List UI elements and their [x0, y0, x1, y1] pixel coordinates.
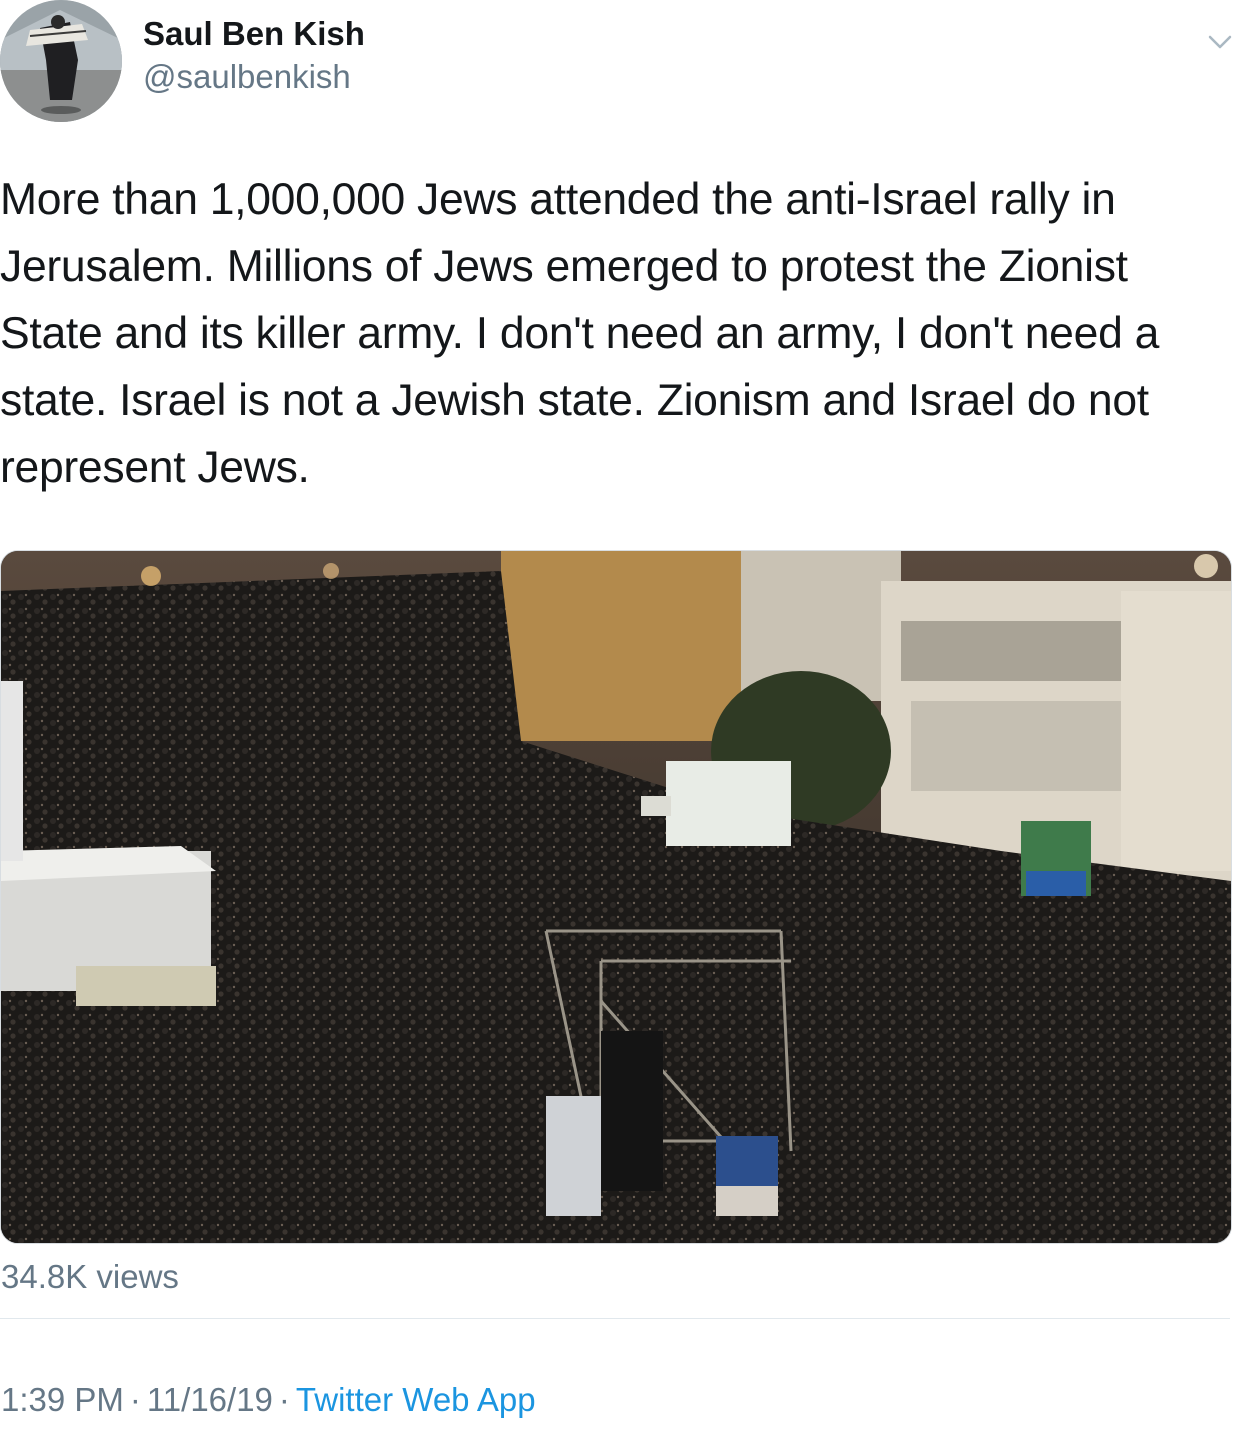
tweet-date[interactable]: 11/16/19 [147, 1381, 273, 1418]
avatar[interactable] [0, 0, 122, 122]
meta-separator: · [278, 1381, 290, 1418]
tweet-video[interactable] [0, 550, 1232, 1244]
divider [0, 1318, 1230, 1319]
tweet-source-link[interactable]: Twitter Web App [296, 1381, 536, 1418]
tweet-time[interactable]: 1:39 PM [1, 1381, 124, 1418]
chevron-down-icon[interactable] [1202, 24, 1238, 60]
author-name[interactable]: Saul Ben Kish [143, 14, 365, 54]
view-count: 34.8K views [1, 1258, 179, 1295]
meta-separator: · [129, 1381, 141, 1418]
author-handle[interactable]: @saulbenkish [143, 57, 351, 97]
tweet-meta: 1:39 PM · 11/16/19 · Twitter Web App [1, 1380, 536, 1420]
tweet-text: More than 1,000,000 Jews attended the an… [0, 175, 1160, 492]
avatar-image [0, 0, 122, 122]
